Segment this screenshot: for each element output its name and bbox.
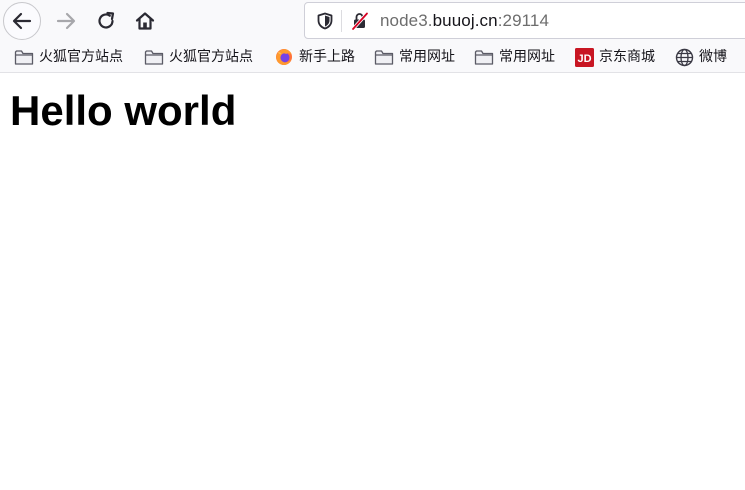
url-port: :29114 — [497, 11, 550, 30]
folder-icon — [14, 48, 34, 66]
jd-icon: JD — [574, 47, 594, 67]
bookmark-label: 京东商城 — [599, 49, 655, 65]
forward-button[interactable] — [47, 2, 85, 40]
back-button[interactable] — [3, 2, 41, 40]
tracking-protection-shield-icon[interactable] — [316, 12, 334, 34]
home-icon — [135, 12, 155, 30]
navigation-toolbar: node3.buuoj.cn:29114 — [0, 0, 745, 42]
bookmark-label: 新手上路 — [299, 49, 355, 65]
bookmark-getting-started[interactable]: 新手上路 — [274, 46, 355, 68]
bookmark-folder-common-sites[interactable]: 常用网址 — [374, 46, 455, 68]
reload-icon — [98, 11, 115, 29]
bookmark-folder-common-sites-2[interactable]: 常用网址 — [474, 46, 555, 68]
globe-icon — [674, 48, 694, 66]
insecure-connection-lock-icon[interactable] — [350, 11, 370, 35]
folder-icon — [474, 48, 494, 66]
home-button[interactable] — [126, 2, 164, 40]
bookmark-label: 火狐官方站点 — [169, 49, 253, 65]
page-content: Hello world — [0, 74, 745, 490]
address-bar[interactable]: node3.buuoj.cn:29114 — [304, 2, 745, 39]
bookmark-label: 微博 — [699, 49, 727, 65]
bookmark-label: 火狐官方站点 — [39, 49, 123, 65]
bookmarks-toolbar: 火狐官方站点 火狐官方站点 新手上路 常用网址 常用网址 JD 京东商城 微博 — [0, 42, 745, 73]
page-heading: Hello world — [10, 87, 237, 134]
bookmark-label: 常用网址 — [499, 49, 555, 65]
address-bar-separator — [341, 10, 342, 32]
bookmark-folder-firefox-official[interactable]: 火狐官方站点 — [14, 46, 123, 68]
reload-button[interactable] — [87, 2, 125, 40]
url-subdomain: node3. — [380, 11, 433, 30]
arrow-left-icon — [12, 12, 32, 30]
svg-text:JD: JD — [577, 53, 591, 65]
arrow-right-icon — [56, 12, 76, 30]
url-text[interactable]: node3.buuoj.cn:29114 — [380, 11, 549, 31]
bookmark-jd-mall[interactable]: JD 京东商城 — [574, 46, 655, 68]
bookmark-weibo[interactable]: 微博 — [674, 46, 727, 68]
folder-icon — [144, 48, 164, 66]
folder-icon — [374, 48, 394, 66]
firefox-icon — [274, 48, 294, 66]
url-host: buuoj.cn — [432, 11, 498, 30]
bookmark-folder-firefox-official-2[interactable]: 火狐官方站点 — [144, 46, 253, 68]
bookmark-label: 常用网址 — [399, 49, 455, 65]
